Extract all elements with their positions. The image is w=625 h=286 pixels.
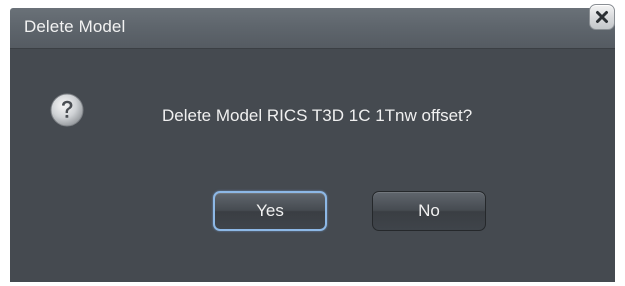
dialog-body: Delete Model RICS T3D 1C 1Tnw offset? Ye…	[10, 48, 615, 282]
no-button[interactable]: No	[372, 191, 486, 231]
yes-button[interactable]: Yes	[213, 191, 327, 231]
close-button[interactable]	[589, 4, 615, 30]
delete-model-dialog: Delete Model Delete Model RICS T3D 1C 1T…	[0, 0, 625, 286]
close-icon	[596, 11, 608, 23]
dialog-message: Delete Model RICS T3D 1C 1Tnw offset?	[162, 106, 473, 125]
dialog-title: Delete Model	[24, 17, 126, 36]
question-icon	[50, 93, 84, 127]
dialog-titlebar: Delete Model	[10, 4, 615, 48]
